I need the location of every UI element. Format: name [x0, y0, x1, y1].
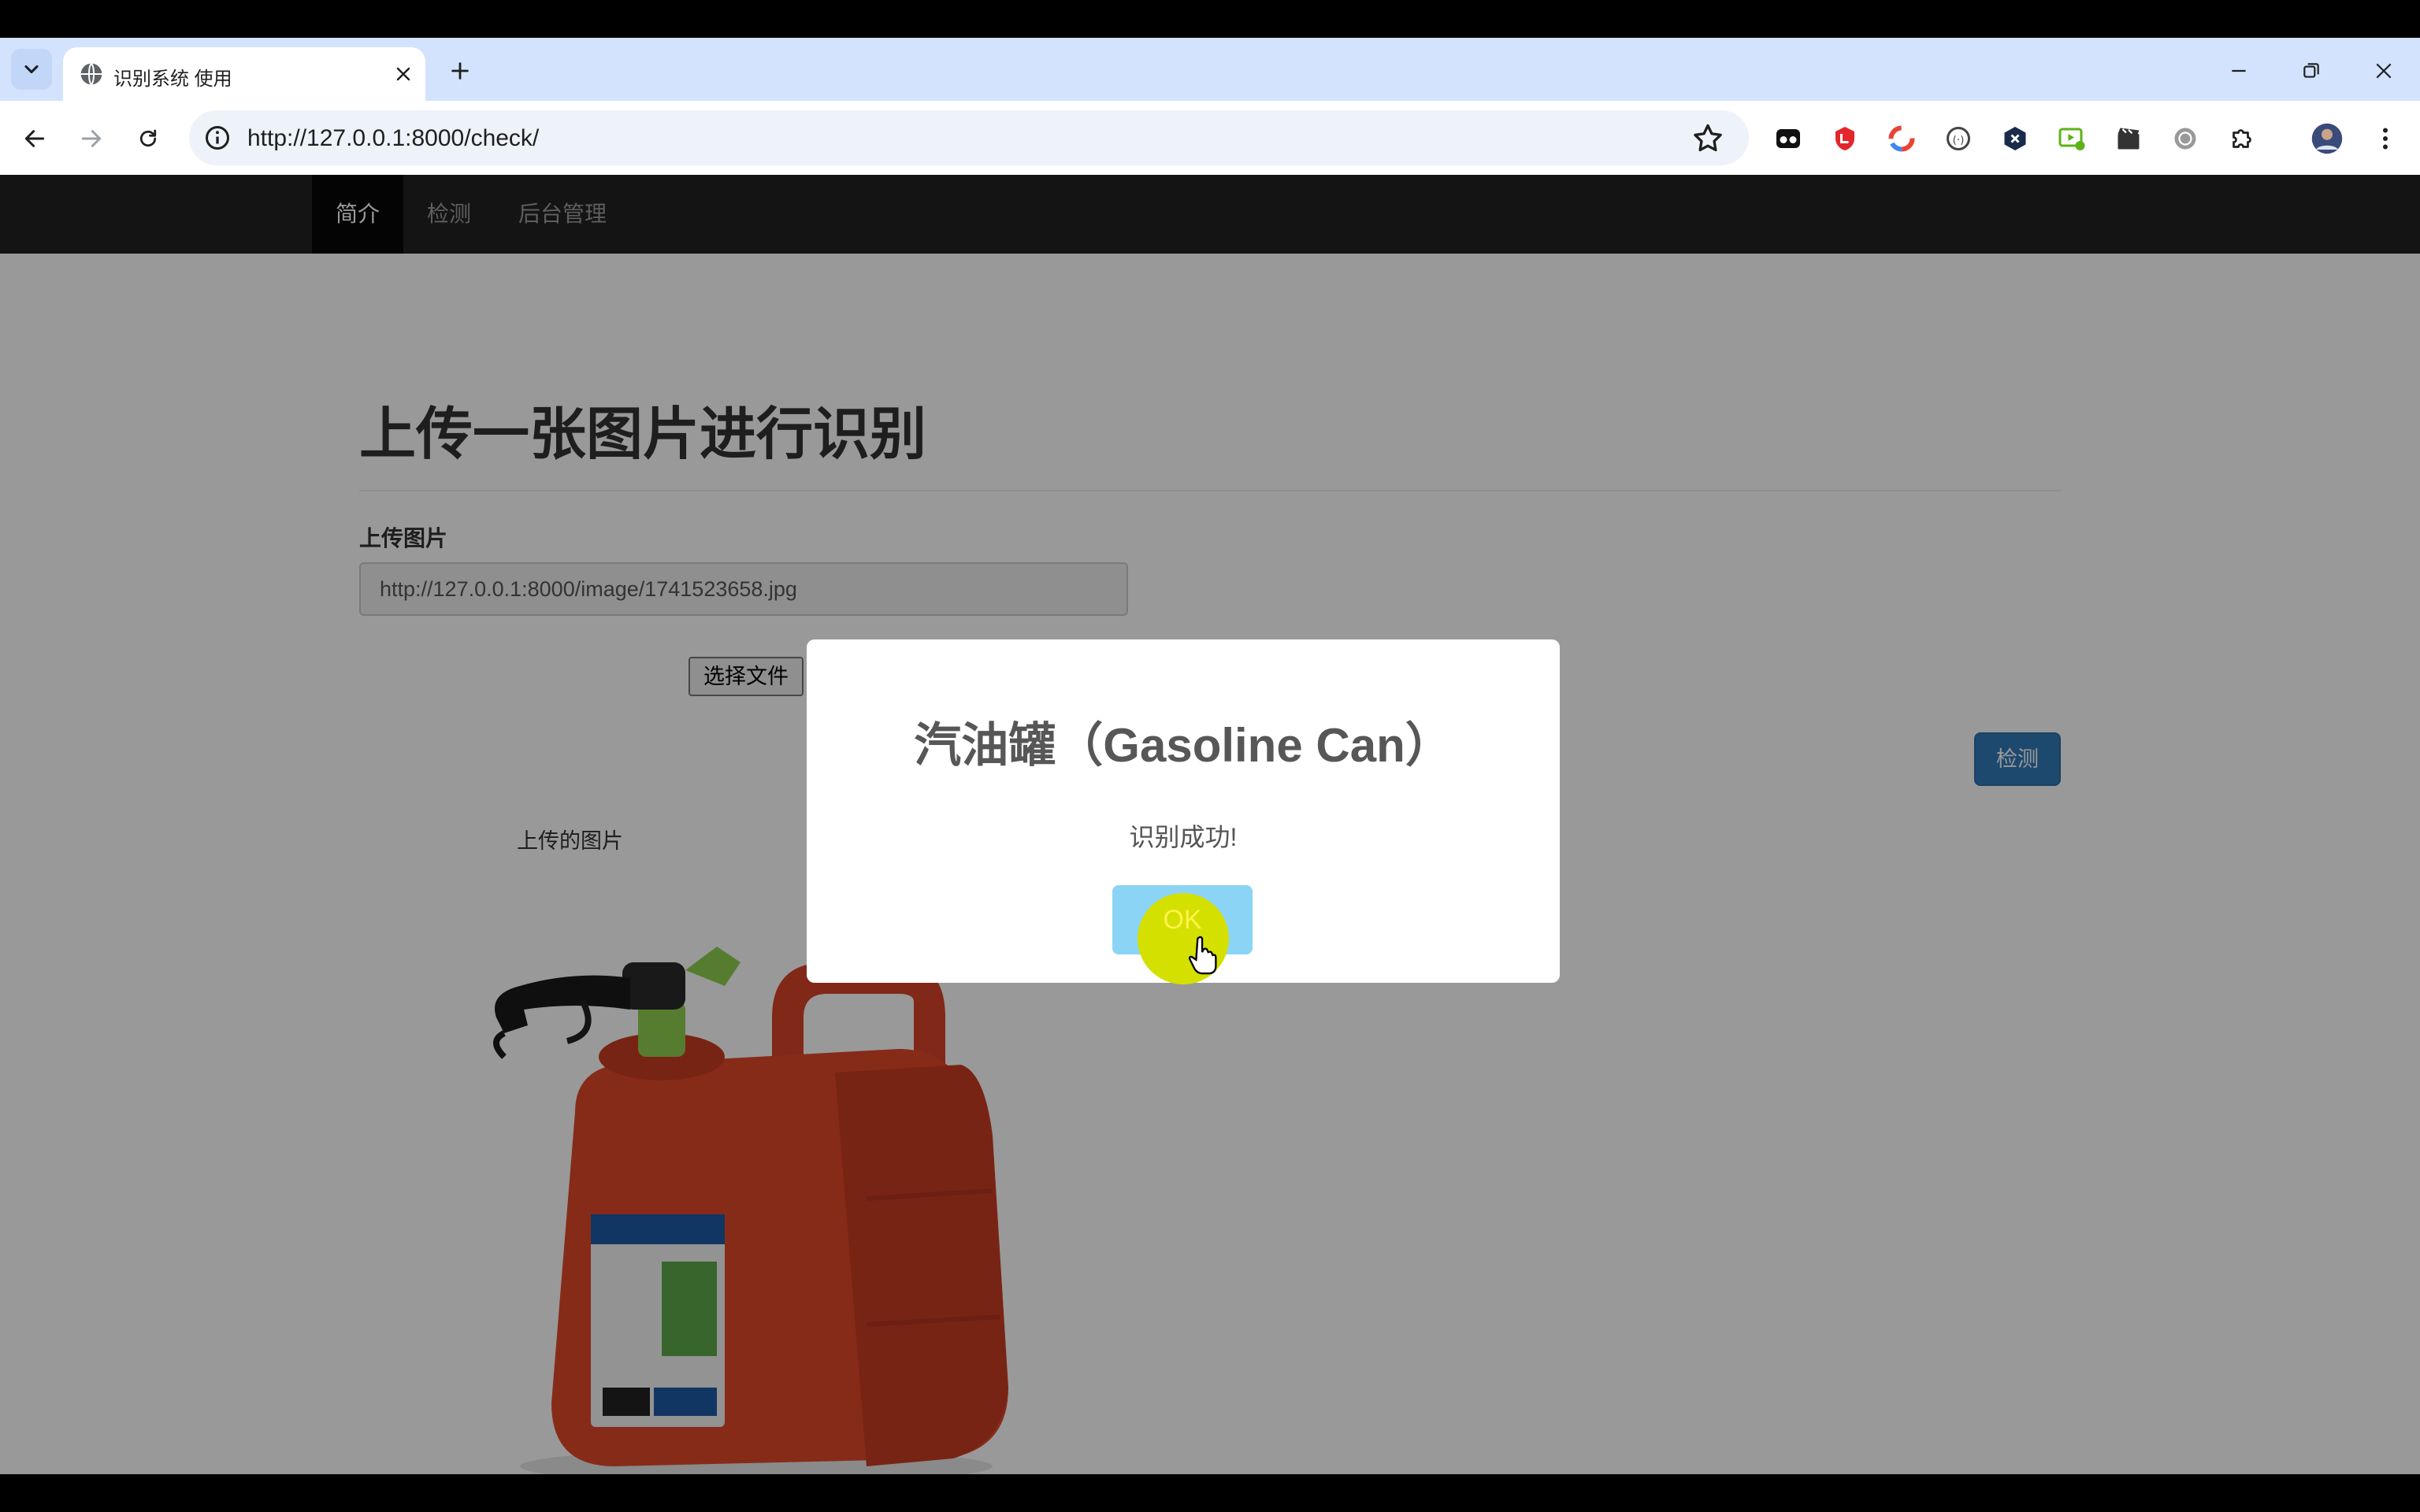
extension-icon[interactable] [1828, 121, 1862, 156]
forward-button[interactable] [71, 118, 112, 159]
back-button[interactable] [14, 118, 55, 159]
hand-cursor-icon [1188, 936, 1217, 975]
ok-button-label[interactable]: OK [1112, 885, 1253, 954]
minimize-button[interactable] [2215, 52, 2262, 90]
close-icon [396, 67, 410, 81]
extension-icon[interactable]: (·) [1941, 121, 1976, 156]
extension-icon[interactable] [1884, 121, 1919, 156]
dialog-message: 识别成功! [1129, 823, 1238, 851]
info-icon[interactable] [203, 124, 232, 152]
dialog-title: 汽油罐（Gasoline Can） [914, 719, 1453, 772]
kebab-icon [2383, 128, 2388, 150]
site-navbar: 简介 检测 后台管理 [0, 175, 2420, 254]
chevron-down-icon [24, 65, 39, 74]
letterbox-top [0, 0, 2420, 38]
new-tab-button[interactable] [443, 54, 477, 88]
svg-text:(·): (·) [1953, 134, 1965, 146]
avatar[interactable] [2310, 121, 2344, 156]
browser-toolbar: http://127.0.0.1:8000/check/ (·) [0, 101, 2420, 175]
restore-icon [2303, 63, 2319, 78]
arrow-left-icon [24, 130, 45, 147]
reload-button[interactable] [128, 118, 169, 159]
extension-icon[interactable] [2111, 121, 2146, 156]
letterbox-bottom [0, 1474, 2420, 1512]
url-text[interactable]: http://127.0.0.1:8000/check/ [247, 125, 539, 152]
tab-close-button[interactable] [388, 58, 419, 90]
tab-search-button[interactable] [11, 49, 52, 90]
star-icon[interactable] [1691, 121, 1725, 156]
more-menu-button[interactable] [2368, 121, 2403, 156]
tab-strip: 识别系统 使用 [0, 38, 2420, 101]
extension-icon[interactable] [1771, 121, 1806, 156]
extension-icon[interactable] [1998, 121, 2032, 156]
reload-icon [139, 129, 157, 147]
arrow-right-icon [81, 130, 102, 147]
plus-icon [451, 62, 469, 80]
result-dialog: 汽油罐（Gasoline Can） 识别成功! OK [807, 639, 1560, 984]
extension-icon[interactable] [2054, 121, 2089, 156]
tab-title: 识别系统 使用 [113, 69, 232, 90]
puzzle-icon[interactable] [2225, 121, 2259, 156]
active-tab[interactable]: 识别系统 使用 [63, 47, 425, 101]
minimize-icon [2232, 69, 2246, 72]
screen: 识别系统 使用 http://127.0.0.1:8000/check/ (·)… [0, 0, 2420, 1512]
globe-icon [80, 62, 102, 86]
page-viewport: 简介 检测 后台管理 上传一张图片进行识别 上传图片 http://127.0.… [0, 175, 2420, 1474]
close-icon [2376, 63, 2392, 79]
address-bar[interactable]: http://127.0.0.1:8000/check/ [189, 110, 1749, 165]
extension-icon[interactable] [2168, 121, 2203, 156]
window-close-button[interactable] [2360, 52, 2407, 90]
navbar-overlay [0, 175, 2420, 254]
restore-button[interactable] [2288, 52, 2335, 90]
